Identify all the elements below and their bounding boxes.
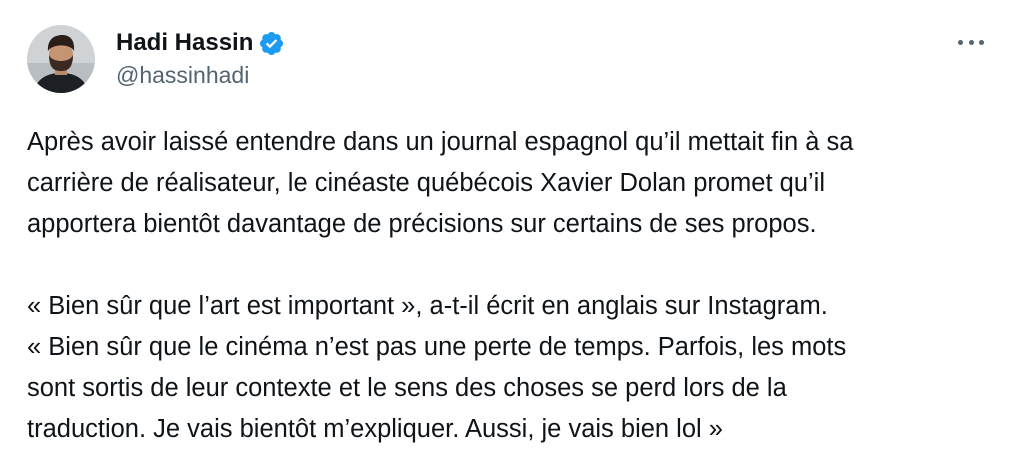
- tweet-card: Hadi Hassin @hassinhadi Après avoir lais…: [0, 0, 1014, 474]
- tweet-paragraph: Après avoir laissé entendre dans un jour…: [27, 128, 854, 238]
- ellipsis-icon: [979, 39, 984, 45]
- name-row: Hadi Hassin: [116, 28, 285, 58]
- ellipsis-icon: [958, 39, 963, 45]
- tweet-text: Après avoir laissé entendre dans un jour…: [27, 122, 987, 450]
- tweet-paragraph: « Bien sûr que l’art est important », a-…: [27, 292, 847, 443]
- author-block: Hadi Hassin @hassinhadi: [116, 28, 285, 90]
- avatar[interactable]: [27, 25, 95, 93]
- ellipsis-icon: [968, 39, 974, 45]
- user-handle[interactable]: @hassinhadi: [116, 60, 285, 90]
- profile-photo-icon: [27, 25, 95, 93]
- more-options-button[interactable]: [958, 30, 984, 54]
- display-name[interactable]: Hadi Hassin: [116, 28, 253, 58]
- verified-badge-icon[interactable]: [258, 30, 285, 57]
